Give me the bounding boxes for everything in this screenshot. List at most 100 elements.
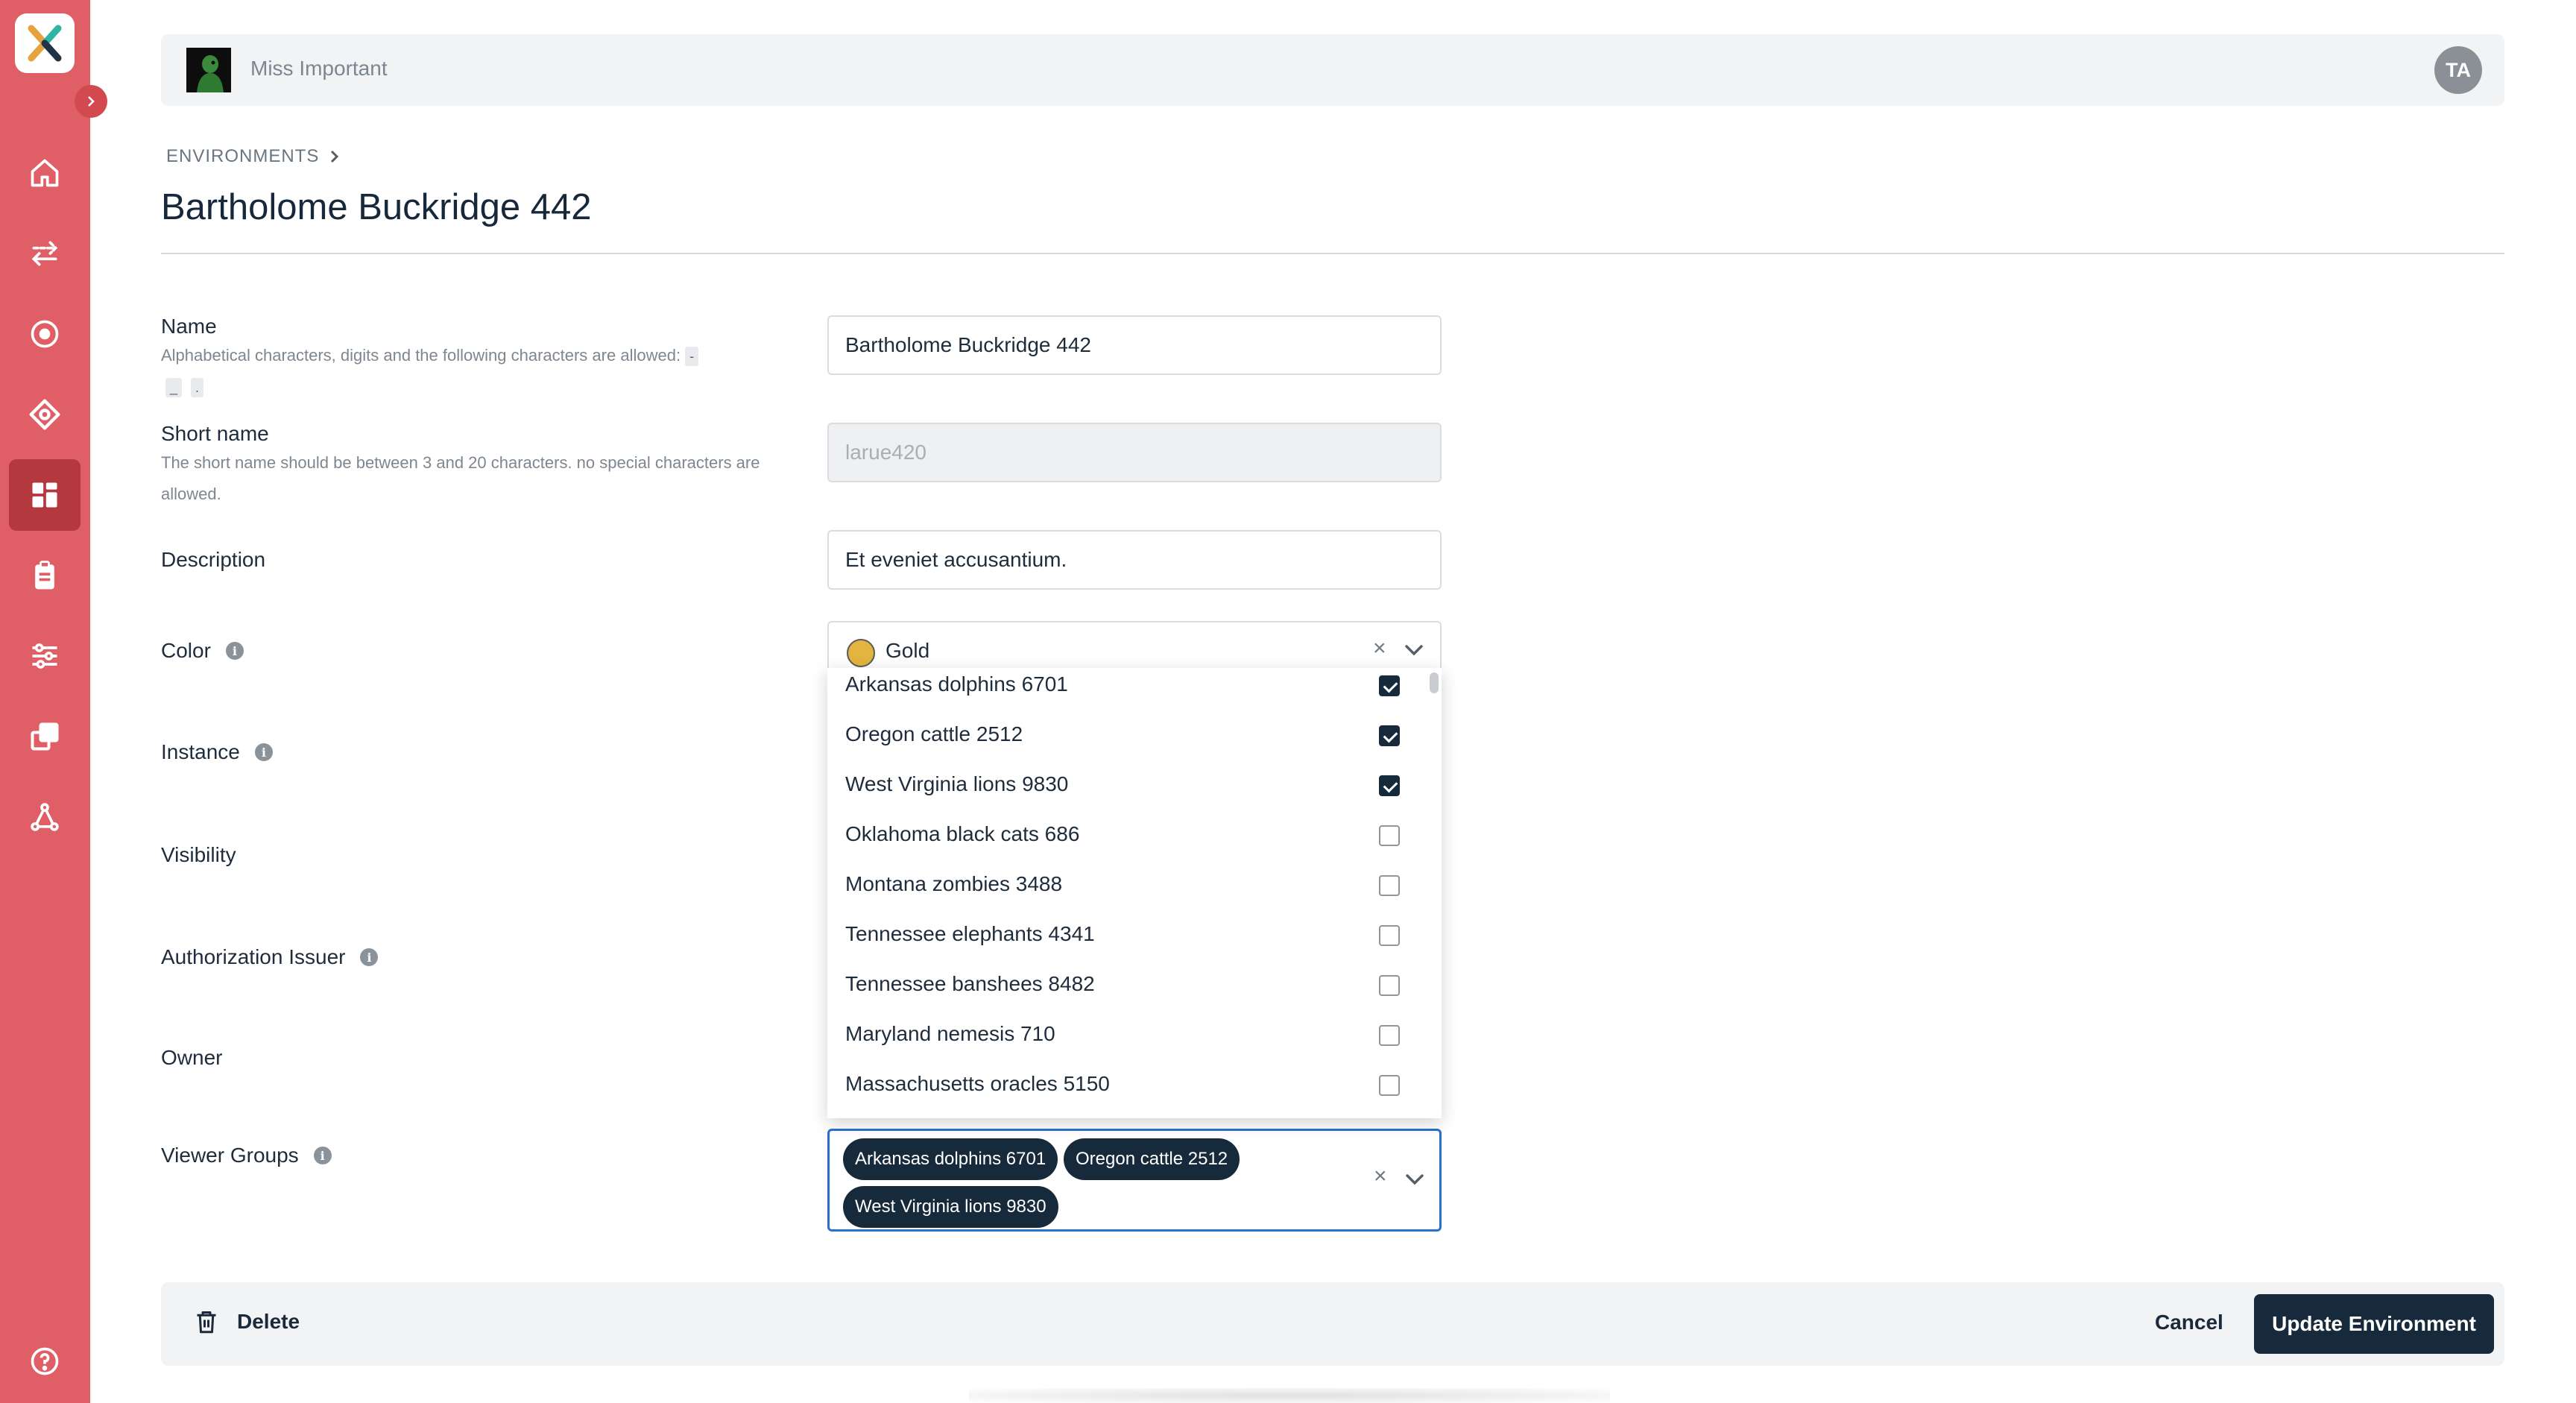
dropdown-option-label: Montana zombies 3488 <box>845 872 1063 895</box>
sidebar-item-transfers[interactable] <box>9 218 80 289</box>
dropdown-option-label: Maryland nemesis 710 <box>845 1022 1055 1045</box>
info-icon[interactable]: i <box>313 1147 332 1164</box>
color-value: Gold <box>886 639 930 662</box>
option-checkbox[interactable] <box>1379 725 1400 746</box>
org-avatar-icon <box>186 48 231 92</box>
description-input[interactable]: Et eveniet accusantium. <box>827 530 1442 590</box>
dropdown-option[interactable]: Oklahoma black cats 686 <box>827 810 1424 860</box>
org-name[interactable]: Miss Important <box>250 57 388 81</box>
option-checkbox[interactable] <box>1379 975 1400 996</box>
top-bar: Miss Important TA <box>161 34 2504 106</box>
clear-icon[interactable]: × <box>1374 1164 1387 1189</box>
copy-icon <box>31 722 59 751</box>
update-environment-button[interactable]: Update Environment <box>2254 1294 2494 1354</box>
sidebar-item-environments[interactable] <box>9 459 80 531</box>
owner-label: Owner <box>161 1046 222 1070</box>
short-name-label-text: Short name <box>161 422 269 445</box>
description-label-text: Description <box>161 548 266 571</box>
color-label: Color i <box>161 639 244 663</box>
dropdown-option-label: Oregon cattle 2512 <box>845 722 1023 745</box>
selected-tag[interactable]: Oregon cattle 2512 <box>1064 1138 1240 1180</box>
sidebar-item-targets[interactable] <box>9 298 80 370</box>
option-checkbox[interactable] <box>1379 1075 1400 1096</box>
info-icon[interactable]: i <box>254 743 273 761</box>
chevron-right-icon <box>331 150 339 163</box>
viewer-groups-dropdown: Arkansas dolphins 6701 Oregon cattle 2512… <box>827 668 1442 1118</box>
org-avatar[interactable] <box>186 48 231 92</box>
sidebar-item-components[interactable] <box>9 379 80 450</box>
instance-label: Instance i <box>161 740 273 764</box>
app-logo[interactable] <box>15 13 75 73</box>
clipboard-icon <box>35 561 54 590</box>
option-checkbox[interactable] <box>1379 775 1400 796</box>
name-hint: Alphabetical characters, digits and the … <box>161 340 787 403</box>
selected-tag[interactable]: Arkansas dolphins 6701 <box>843 1138 1058 1180</box>
delete-button-label: Delete <box>237 1310 300 1333</box>
help-icon <box>31 1347 59 1375</box>
option-checkbox[interactable] <box>1379 1025 1400 1046</box>
page-title: Bartholome Buckridge 442 <box>161 187 592 227</box>
viewer-groups-select[interactable]: Arkansas dolphins 6701 Oregon cattle 251… <box>827 1129 1442 1232</box>
diamond-icon <box>29 399 60 430</box>
chevron-right-icon <box>88 96 95 107</box>
target-icon <box>31 320 59 348</box>
instance-label-text: Instance <box>161 740 240 763</box>
transfer-icon <box>31 241 58 266</box>
dropdown-option-label: Tennessee banshees 8482 <box>845 972 1095 995</box>
dropdown-option[interactable]: Oregon cattle 2512 <box>827 710 1424 760</box>
short-name-label: Short name <box>161 422 269 446</box>
delete-button[interactable]: Delete <box>195 1309 300 1334</box>
title-divider <box>161 253 2504 254</box>
dropdown-option-label: Oklahoma black cats 686 <box>845 822 1080 845</box>
dropdown-option[interactable]: Montana zombies 3488 <box>827 860 1424 910</box>
sidebar-item-settings[interactable] <box>9 620 80 692</box>
name-hint-text: Alphabetical characters, digits and the … <box>161 346 681 365</box>
authorization-issuer-label: Authorization Issuer i <box>161 945 379 969</box>
home-icon <box>31 159 59 187</box>
sidebar-collapse-button[interactable] <box>75 85 107 118</box>
dropdown-option-label: Tennessee elephants 4341 <box>845 922 1095 945</box>
breadcrumb-environments[interactable]: ENVIRONMENTS <box>166 146 319 167</box>
logo-icon <box>28 25 62 62</box>
option-checkbox[interactable] <box>1379 825 1400 846</box>
info-icon[interactable]: i <box>360 948 379 966</box>
chevron-down-icon[interactable] <box>1405 1173 1424 1186</box>
allowed-char-dot: . <box>191 378 204 398</box>
dropdown-scrollbar[interactable] <box>1430 672 1439 693</box>
authorization-issuer-label-text: Authorization Issuer <box>161 945 346 968</box>
cancel-button[interactable]: Cancel <box>2155 1311 2223 1334</box>
visibility-label-text: Visibility <box>161 843 236 866</box>
user-avatar[interactable]: TA <box>2434 46 2482 94</box>
sidebar-item-audit[interactable] <box>9 540 80 611</box>
chevron-down-icon[interactable] <box>1404 643 1424 657</box>
dropdown-option[interactable]: Arkansas dolphins 6701 <box>827 668 1424 710</box>
clear-icon[interactable]: × <box>1373 636 1386 661</box>
selected-tag[interactable]: West Virginia lions 9830 <box>843 1186 1058 1228</box>
dropdown-option[interactable]: Maryland nemesis 710 <box>827 1010 1424 1060</box>
description-label: Description <box>161 548 265 572</box>
dropdown-option[interactable]: West Virginia lions 9830 <box>827 760 1424 810</box>
name-label: Name <box>161 315 217 338</box>
sidebar-item-network[interactable] <box>9 781 80 853</box>
short-name-input[interactable]: larue420 <box>827 423 1442 482</box>
dropdown-option[interactable]: Massachusetts oracles 5150 <box>827 1060 1424 1110</box>
sidebar <box>0 0 90 1403</box>
dropdown-option[interactable]: Tennessee elephants 4341 <box>827 910 1424 960</box>
sidebar-item-resources[interactable] <box>9 701 80 772</box>
option-checkbox[interactable] <box>1379 925 1400 946</box>
sidebar-item-home[interactable] <box>9 137 80 209</box>
sidebar-item-help[interactable] <box>9 1325 80 1397</box>
allowed-char-dash: - <box>685 347 699 367</box>
dropdown-option-label: Arkansas dolphins 6701 <box>845 672 1068 696</box>
dashboard-icon <box>32 482 57 508</box>
dropdown-option[interactable]: Tennessee banshees 8482 <box>827 960 1424 1010</box>
name-input[interactable]: Bartholome Buckridge 442 <box>827 315 1442 375</box>
trash-icon <box>197 1311 216 1334</box>
dropdown-option-label: Massachusetts oracles 5150 <box>845 1072 1110 1095</box>
visibility-label: Visibility <box>161 843 236 867</box>
sliders-icon <box>32 643 57 669</box>
info-icon[interactable]: i <box>225 642 244 660</box>
network-icon <box>31 803 59 831</box>
option-checkbox[interactable] <box>1379 675 1400 696</box>
option-checkbox[interactable] <box>1379 875 1400 896</box>
